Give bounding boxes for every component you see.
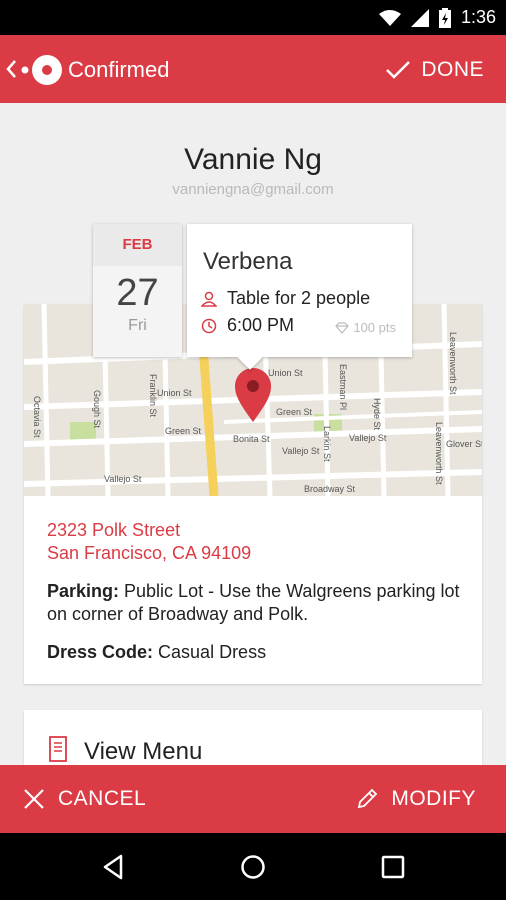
map-label-franklin: Franklin St: [148, 374, 158, 418]
points-badge: 100 pts: [335, 320, 396, 335]
dress-code-info: Dress Code: Casual Dress: [47, 641, 266, 664]
date-card: FEB 27 Fri: [93, 224, 182, 357]
map-label-glover: Glover St: [446, 439, 482, 449]
map-label-broadway: Broadway St: [304, 484, 356, 494]
cancel-label: CANCEL: [58, 787, 147, 810]
date-weekday: Fri: [128, 317, 147, 334]
wifi-icon: [378, 9, 401, 26]
content-area[interactable]: Vannie Ng vanniengna@gmail.com Union St …: [0, 103, 506, 765]
parking-label: Parking:: [47, 581, 120, 601]
circle-home-icon: [241, 855, 265, 879]
nav-home-button[interactable]: [237, 851, 269, 883]
map-label-eastman: Eastman Pl: [338, 364, 348, 410]
app-bar: Confirmed DONE: [0, 35, 506, 103]
map-label-leavenworth-1: Leavenworth St: [448, 332, 458, 395]
date-day: 27: [116, 272, 159, 314]
check-icon: [386, 61, 411, 79]
triangle-back-icon: [103, 854, 123, 880]
points-value: 100 pts: [353, 320, 396, 335]
map-label-gough: Gough St: [92, 390, 102, 429]
page-title: Confirmed: [68, 57, 170, 82]
status-time: 1:36: [460, 7, 496, 27]
guest-email: vanniengna@gmail.com: [172, 181, 334, 198]
map-label-vallejo-2: Vallejo St: [282, 446, 320, 456]
reservation-card: Verbena Table for 2 people 6:00 PM 100 p…: [187, 224, 412, 370]
done-button[interactable]: DONE: [385, 53, 484, 87]
view-menu-label: View Menu: [84, 738, 203, 765]
dress-code-label: Dress Code:: [47, 642, 154, 662]
system-nav-bar: [0, 833, 506, 900]
pencil-icon: [358, 788, 378, 809]
time-row: 6:00 PM: [201, 315, 294, 336]
status-bar: 1:36: [0, 0, 506, 35]
signal-icon: [410, 8, 429, 27]
done-label: DONE: [421, 58, 484, 81]
address-line-1: 2323 Polk Street: [47, 520, 181, 540]
map-label-bonita: Bonita St: [233, 434, 270, 444]
app-logo: [21, 55, 62, 85]
map-label-octavia: Octavia St: [32, 396, 42, 438]
clock-icon: [201, 318, 217, 333]
dress-code-value: Casual Dress: [153, 642, 267, 662]
nav-recents-button[interactable]: [377, 851, 409, 883]
map-label-vallejo-1: Vallejo St: [104, 474, 142, 484]
person-icon: [201, 291, 217, 307]
reservation-time: 6:00 PM: [227, 315, 295, 335]
nav-back-button[interactable]: [97, 851, 129, 883]
map-label-union-1: Union St: [157, 388, 192, 398]
action-bar: CANCEL MODIFY: [0, 765, 506, 833]
party-size-row: Table for 2 people: [201, 288, 370, 309]
restaurant-address[interactable]: 2323 Polk Street San Francisco, CA 94109: [47, 519, 251, 565]
square-recents-icon: [381, 855, 405, 879]
map-label-green-1: Green St: [165, 426, 202, 436]
close-icon: [24, 789, 44, 809]
party-size: Table for 2 people: [227, 288, 371, 308]
menu-book-icon: [49, 736, 67, 762]
diamond-icon: [335, 321, 350, 334]
map-label-larkin: Larkin St: [322, 426, 332, 462]
address-line-2: San Francisco, CA 94109: [47, 543, 252, 563]
battery-charging-icon: [438, 7, 451, 28]
view-menu-card[interactable]: View Menu: [24, 710, 482, 765]
back-chevron-icon[interactable]: [4, 57, 18, 81]
modify-label: MODIFY: [391, 787, 476, 810]
map-label-hyde: Hyde St: [372, 398, 382, 431]
map-label-green-2: Green St: [276, 407, 313, 417]
restaurant-name: Verbena: [203, 248, 293, 275]
modify-button[interactable]: MODIFY: [355, 782, 476, 816]
cancel-button[interactable]: CANCEL: [22, 782, 146, 816]
parking-info: Parking: Public Lot - Use the Walgreens …: [47, 580, 467, 626]
date-month: FEB: [93, 224, 182, 266]
guest-name: Vannie Ng: [184, 143, 322, 176]
map-label-leavenworth-2: Leavenworth St: [434, 422, 444, 485]
map-label-vallejo-3: Vallejo St: [349, 433, 387, 443]
map-label-union-2: Union St: [268, 368, 303, 378]
